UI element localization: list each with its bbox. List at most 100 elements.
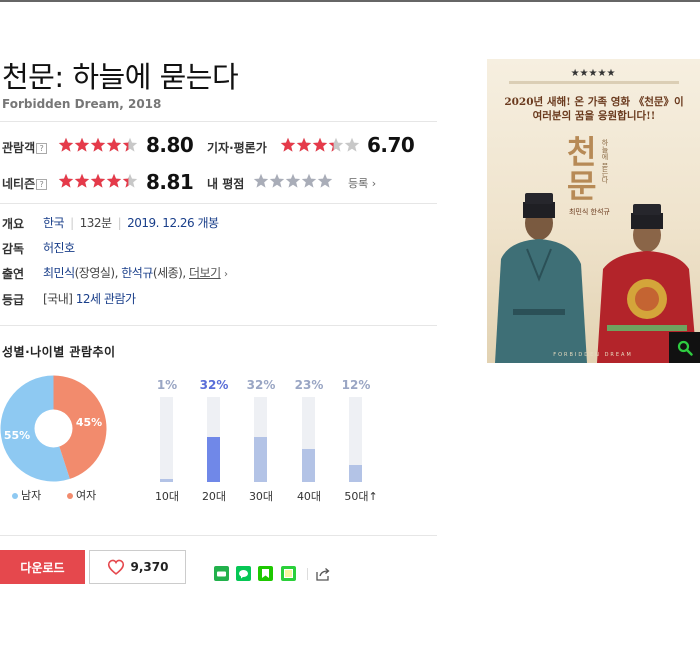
netizen-stars [58,173,138,189]
top-border [0,0,700,2]
grade-link[interactable]: 12세 관람가 [76,292,136,306]
chevron-right-icon: › [223,269,228,280]
star-icon [122,137,138,152]
age-bar [302,449,315,482]
age-bar [207,436,220,482]
age-pct-label: 12% [341,378,371,392]
poster-image: ★★★★★ 2020년 새해! 온 가족 영화 《천문》이 여러분의 꿈을 응원… [487,59,700,363]
poster-title: 천 [567,133,596,171]
star-icon [317,173,333,188]
like-count: 9,370 [130,560,169,574]
critics-stars [280,137,360,153]
star-icon [285,173,301,188]
runtime: 132분 [79,216,112,230]
star-icon [328,137,344,152]
star-icon [74,137,90,152]
age-bar-track [302,397,315,482]
star-icon [58,137,74,152]
star-icon [90,173,106,188]
audience-rating-label: 관람객? [2,139,48,156]
netizen-score: 8.81 [146,170,194,194]
poster-tagline: 여러분의 꿈을 응원합니다!! [533,109,656,122]
male-dot-icon [12,493,18,499]
legend-female: 여자 [67,487,96,503]
age-bar-track [207,397,220,482]
register-rating-link[interactable]: 등록 › [348,175,376,191]
age-label: 30대 [248,490,274,503]
poster-actors: 최민식 한석규 [569,207,610,216]
star-icon [301,173,317,188]
grade-label: 등급 [2,293,25,307]
bookmark-icon[interactable] [258,566,273,581]
age-label: 20대 [201,490,227,503]
star-icon [269,173,285,188]
age-pct-label: 32% [246,378,276,392]
legend-male: 남자 [12,487,41,503]
movie-subtitle: Forbidden Dream, 2018 [2,97,162,111]
star-icon [122,173,138,188]
gender-donut-chart: 55% 45% [0,375,107,482]
age-bar [349,465,362,482]
age-bar-track [349,397,362,482]
donut-hole [34,409,73,448]
female-dot-icon [67,493,73,499]
poster-subtitle: 하늘에 묻는다 [601,138,609,184]
heart-icon [107,559,124,575]
star-icon [280,137,296,152]
section-title: 성별·나이별 관람추이 [2,345,116,359]
star-icon [90,137,106,152]
star-icon [296,137,312,152]
poster-title: 문 [567,167,596,205]
age-bar [254,436,267,482]
cast-link[interactable]: 한석규 [121,266,153,280]
cast-label: 출연 [2,267,25,281]
cast-value: 최민식(장영실), 한석규(세종), 더보기 › [43,266,228,280]
star-icon [312,137,328,152]
chevron-right-icon: › [371,177,377,190]
critics-score: 6.70 [367,133,415,157]
male-pct-label: 55% [4,429,30,442]
netizen-rating-label: 네티즌? [2,175,48,192]
share-icon[interactable] [315,566,330,581]
female-pct-label: 45% [76,416,102,429]
age-label[interactable]: 50대↑ [341,488,381,504]
my-rating-label: 내 평점 [207,177,245,191]
age-bar-track [160,397,173,482]
director-value: 허진호 [43,239,75,256]
age-pct-label: 1% [156,378,178,392]
help-icon[interactable]: ? [36,143,48,154]
divider [307,568,308,580]
age-label: 40대 [296,490,322,503]
help-icon[interactable]: ? [36,179,48,190]
line-icon[interactable] [236,566,251,581]
poster-tagline: 2020년 새해! 온 가족 영화 《천문》이 [504,95,683,108]
poster-stars: ★★★★★ [571,68,616,79]
age-bar-track [254,397,267,482]
age-pct-label: 23% [294,378,324,392]
like-button[interactable]: 9,370 [89,550,186,584]
director-link[interactable]: 허진호 [43,241,75,255]
audience-score: 8.80 [146,133,194,157]
more-cast-link[interactable]: 더보기 [189,266,221,280]
poster-zoom-button[interactable] [669,332,700,363]
cast-link[interactable]: 최민식 [43,266,75,280]
movie-title: 천문: 하늘에 묻는다 [2,60,239,94]
my-rating-stars[interactable] [253,173,333,189]
star-icon [106,173,122,188]
star-icon [74,173,90,188]
age-pct-label: 32% [199,378,229,392]
star-icon [58,173,74,188]
release-date-link[interactable]: 2019. 12.26 개봉 [127,216,219,230]
band-icon[interactable] [214,566,229,581]
country-link[interactable]: 한국 [43,216,65,230]
audience-stars [58,137,138,153]
movie-poster[interactable]: ★★★★★ 2020년 새해! 온 가족 영화 《천문》이 여러분의 꿈을 응원… [487,59,700,363]
divider [0,121,437,122]
svg-text:FORBIDDEN DREAM: FORBIDDEN DREAM [553,352,633,358]
star-icon [344,137,360,152]
divider [0,325,437,326]
download-button[interactable]: 다운로드 [0,550,85,584]
critics-rating-label: 기자·평론가 [207,141,267,155]
grade-value: [국내] 12세 관람가 [43,292,136,306]
memo-icon[interactable] [281,566,296,581]
